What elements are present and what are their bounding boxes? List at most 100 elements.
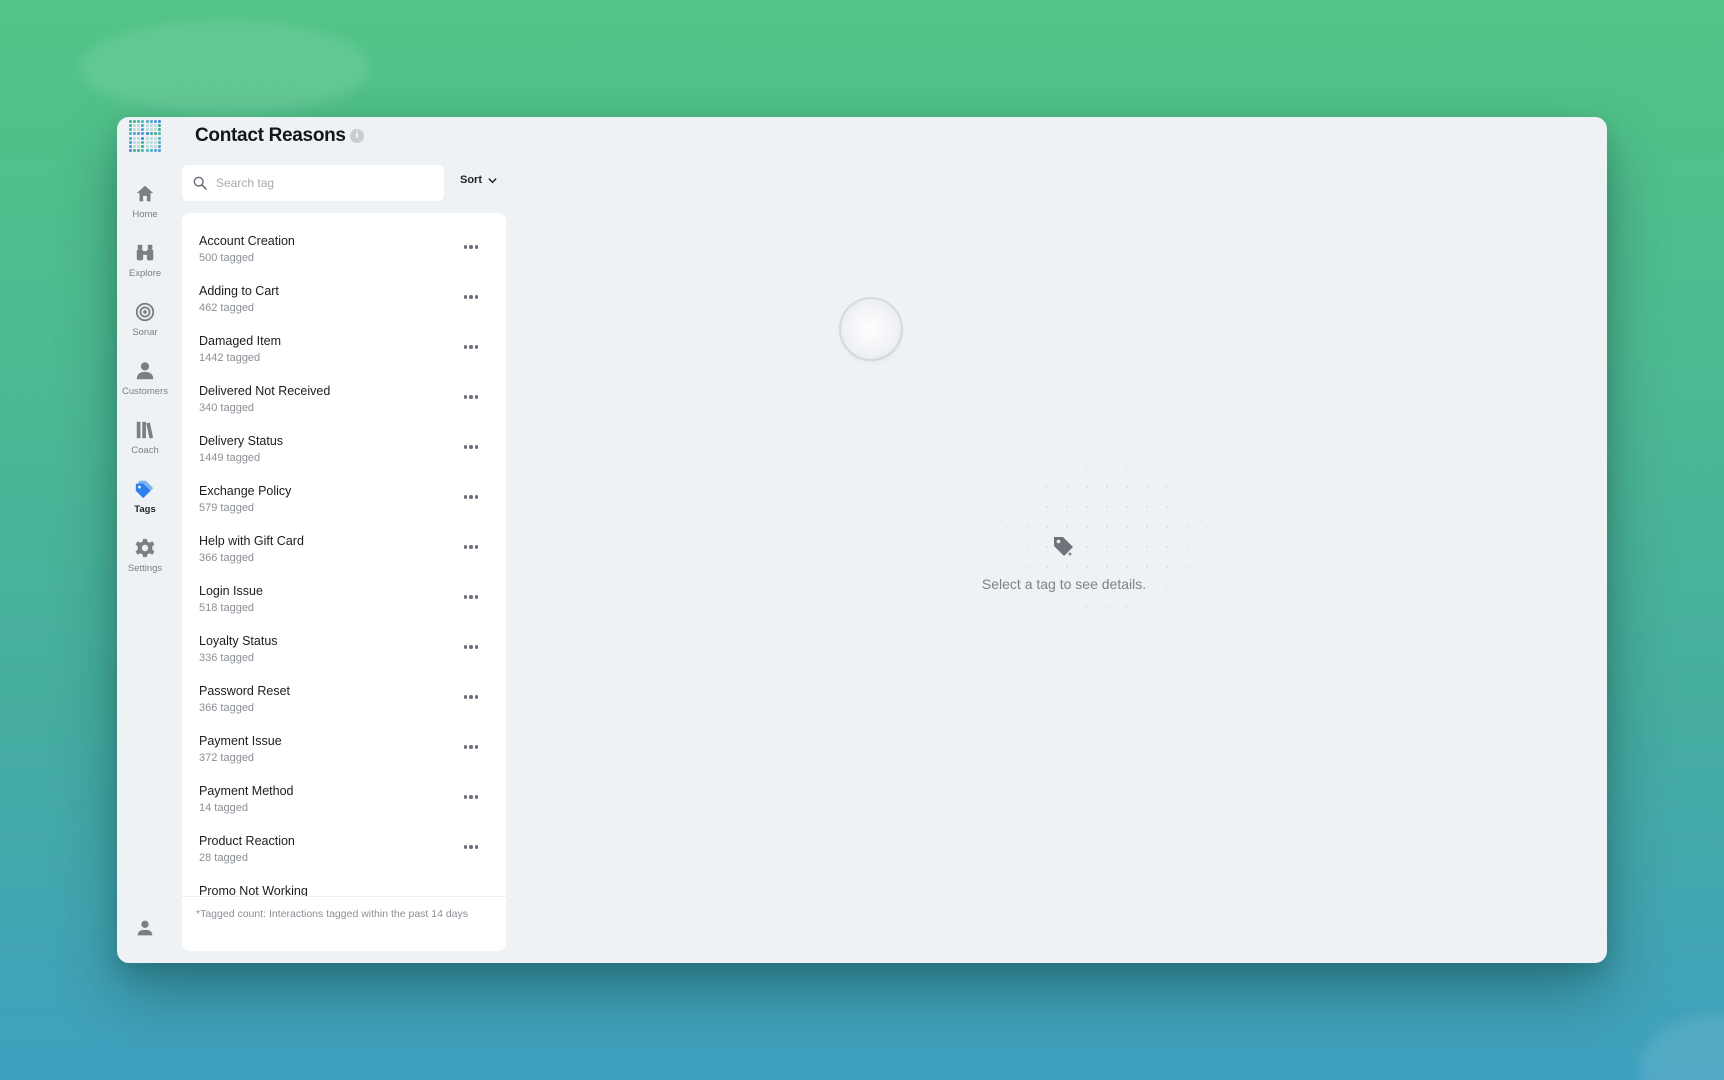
more-options-icon[interactable] [460, 789, 482, 805]
page-title: Contact Reasons [195, 125, 346, 146]
logo-dot [149, 124, 153, 128]
logo-dot [129, 120, 132, 123]
tag-count: 500 tagged [199, 252, 255, 264]
empty-state-text: Select a tag to see details. [981, 576, 1147, 592]
tag-name: Account Creation [199, 234, 295, 248]
more-options-icon[interactable] [460, 339, 482, 355]
logo-dot [133, 124, 137, 128]
nav-item-coach[interactable]: Coach [117, 419, 173, 456]
user-profile-icon[interactable] [134, 917, 156, 939]
logo-dot [133, 132, 137, 136]
tag-name: Exchange Policy [199, 484, 292, 498]
more-options-icon[interactable] [460, 289, 482, 305]
logo-dot [153, 132, 157, 136]
more-options-icon[interactable] [460, 489, 482, 505]
tag-count: 579 tagged [199, 502, 255, 514]
logo-dot [149, 140, 153, 144]
more-options-icon[interactable] [460, 639, 482, 655]
logo-dot [153, 120, 157, 123]
nav-item-tags[interactable]: Tags [117, 478, 173, 515]
logo-dot [157, 128, 161, 132]
tag-list-item[interactable]: Product Reaction 28 tagged [182, 825, 506, 875]
logo-dot [157, 148, 161, 152]
logo-dot [137, 120, 141, 123]
tag-count: 28 tagged [199, 852, 248, 864]
logo-dot [157, 144, 161, 148]
logo-dot [141, 136, 145, 140]
tag-icon [135, 480, 154, 499]
logo-dot [137, 128, 141, 132]
nav-item-explore[interactable]: Explore [117, 242, 173, 279]
tag-list-item[interactable]: Payment Method 14 tagged [182, 775, 506, 825]
logo-dot [145, 120, 149, 123]
tag-name: Payment Issue [199, 734, 282, 748]
tag-list-item[interactable]: Delivered Not Received 340 tagged [182, 375, 506, 425]
sort-label: Sort [460, 174, 482, 186]
logo-dot [137, 144, 141, 148]
sort-button[interactable]: Sort [460, 174, 498, 186]
nav-item-sonar[interactable]: Sonar [117, 301, 173, 338]
person-icon [136, 362, 154, 380]
logo-dot [145, 132, 149, 136]
nav-rail: Home Explore Sonar Customers Coach Tags … [117, 117, 173, 963]
search-icon [193, 176, 207, 190]
more-options-icon[interactable] [460, 389, 482, 405]
logo-dot [153, 136, 157, 140]
search-box[interactable] [182, 165, 444, 201]
tag-list-item[interactable]: Delivery Status 1449 tagged [182, 425, 506, 475]
tagged-count-footnote: *Tagged count: Interactions tagged withi… [182, 896, 506, 951]
app-logo[interactable] [129, 120, 161, 152]
tag-list-item[interactable]: Adding to Cart 462 tagged [182, 275, 506, 325]
tag-list-item[interactable]: Help with Gift Card 366 tagged [182, 525, 506, 575]
tag-name: Promo Not Working [199, 884, 308, 896]
tag-list-item[interactable]: Exchange Policy 579 tagged [182, 475, 506, 525]
dotted-background [957, 417, 1257, 657]
tag-count: 340 tagged [199, 402, 255, 414]
more-options-icon[interactable] [460, 839, 482, 855]
tag-count: 462 tagged [199, 302, 255, 314]
logo-dot [145, 148, 149, 152]
more-options-icon[interactable] [460, 239, 482, 255]
logo-dot [153, 124, 157, 128]
logo-dot [145, 136, 149, 140]
background-blob [1640, 1015, 1724, 1080]
logo-dot [145, 128, 149, 132]
home-icon [136, 185, 154, 202]
logo-dot [153, 148, 157, 152]
search-input[interactable] [216, 176, 426, 190]
target-icon [135, 302, 155, 322]
tag-count: 366 tagged [199, 702, 255, 714]
logo-dot [149, 120, 153, 123]
logo-dot [129, 128, 132, 132]
logo-dot [149, 132, 153, 136]
tag-list-item[interactable]: Login Issue 518 tagged [182, 575, 506, 625]
more-options-icon[interactable] [460, 439, 482, 455]
nav-item-home[interactable]: Home [117, 183, 173, 220]
tag-list-item[interactable]: Payment Issue 372 tagged [182, 725, 506, 775]
logo-dot [145, 124, 149, 128]
nav-item-settings[interactable]: Settings [117, 537, 173, 574]
tag-list-item[interactable]: Loyalty Status 336 tagged [182, 625, 506, 675]
nav-label: Customers [122, 386, 168, 397]
chevron-down-icon [488, 177, 497, 183]
more-options-icon[interactable] [460, 539, 482, 555]
more-options-icon[interactable] [460, 689, 482, 705]
tag-list[interactable]: Account Creation 500 tagged Adding to Cart… [182, 213, 506, 896]
tag-list-item[interactable]: Password Reset 366 tagged [182, 675, 506, 725]
logo-dot [137, 148, 141, 152]
nav-label: Home [132, 209, 158, 220]
logo-dot [153, 128, 157, 132]
info-icon[interactable]: i [350, 129, 364, 143]
logo-dot [133, 136, 137, 140]
nav-label: Sonar [132, 327, 158, 338]
tag-list-item[interactable]: Damaged Item 1442 tagged [182, 325, 506, 375]
more-options-icon[interactable] [460, 589, 482, 605]
more-options-icon[interactable] [460, 739, 482, 755]
tag-count: 14 tagged [199, 802, 248, 814]
logo-dot [149, 148, 153, 152]
logo-dot [157, 120, 161, 123]
nav-item-customers[interactable]: Customers [117, 360, 173, 397]
tag-list-item[interactable]: Promo Not Working [182, 875, 506, 896]
tag-name: Adding to Cart [199, 284, 279, 298]
tag-list-item[interactable]: Account Creation 500 tagged [182, 225, 506, 275]
